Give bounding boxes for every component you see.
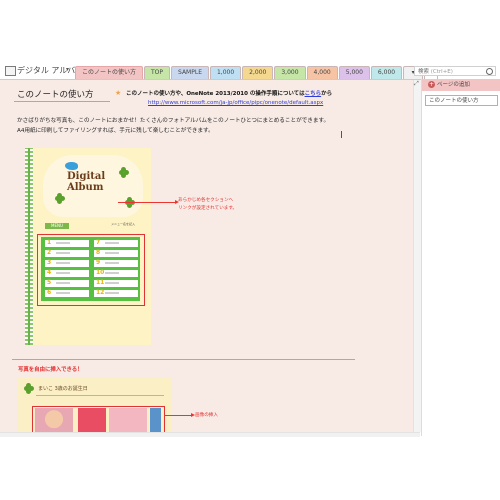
section-tab[interactable]: このノートの使い方: [75, 66, 144, 79]
info-note: このノートの使い方や、OneNote 2013/2010 の操作手順についてはこ…: [126, 89, 332, 97]
section-tab[interactable]: SAMPLE: [171, 66, 209, 79]
text-cursor: [341, 131, 342, 138]
menu-callout: あらかじめ各セクションへ リンクが設定されています。: [178, 197, 237, 213]
add-page-label: ページの追加: [437, 82, 470, 88]
highlight-frame: [37, 234, 145, 306]
add-page-button[interactable]: + ページの追加: [422, 79, 500, 91]
page-list-pane: + ページの追加 このノートの使い方: [421, 79, 500, 436]
search-label: 検索: [418, 69, 430, 75]
callout-line: リンクが設定されています。: [178, 206, 238, 211]
album-page-title: まいこ 3歳のお誕生日: [38, 386, 88, 392]
callout-arrow: [164, 413, 195, 417]
bird-icon: [65, 162, 78, 170]
album-title-line: Album: [67, 182, 104, 193]
clover-icon: [55, 193, 65, 204]
chevron-down-icon[interactable]: ▾: [66, 66, 69, 73]
section-tab[interactable]: TOP: [144, 66, 171, 79]
clover-icon: [24, 383, 34, 394]
search-placeholder: (Ctrl+E): [430, 69, 453, 75]
description-line: A4用紙に印刷してファイリングすれば、手元に残して楽しむことができます。: [17, 128, 214, 134]
star-icon: ★: [115, 89, 122, 97]
expand-icon[interactable]: ⤢: [414, 80, 419, 88]
notebook-title[interactable]: デジタル アルバム: [17, 65, 83, 76]
callout-arrow: [118, 200, 179, 204]
clover-icon: [125, 197, 135, 208]
callout-line: あらかじめ各セクションへ: [178, 198, 234, 203]
section-divider: [12, 359, 355, 360]
image-insert-callout: 画像の挿入: [195, 413, 218, 418]
clover-icon: [119, 167, 129, 178]
plus-icon: +: [428, 81, 435, 88]
onenote-window: デジタル アルバム ▾ このノートの使い方 TOP SAMPLE 1,000 2,000…: [0, 63, 500, 437]
section-tab-bar: デジタル アルバム ▾ このノートの使い方 TOP SAMPLE 1,000 2,000…: [0, 63, 500, 80]
note-link[interactable]: こちら: [305, 91, 322, 97]
description-text: かさばりがちな写真も、このノートにおまかせ！たくさんのフォトアルバムをこのノート…: [17, 116, 329, 136]
section-tab[interactable]: 2,000: [242, 66, 274, 79]
album-top-image[interactable]: Digital Album MENU メニュー名を記入 1 7 2 8 3 9 4 10 5 11…: [25, 148, 151, 345]
gingham-stripe: [25, 148, 33, 345]
search-input[interactable]: 検索 (Ctrl+E): [414, 66, 496, 76]
horizontal-scrollbar[interactable]: [0, 432, 420, 437]
section-tabs: このノートの使い方 TOP SAMPLE 1,000 2,000 3,000 4,000 5,…: [75, 66, 439, 79]
help-url-link[interactable]: http://www.microsoft.com/ja-jp/office/pi…: [148, 100, 323, 106]
album-cover-title: Digital Album: [67, 171, 105, 193]
section-tab[interactable]: 4,000: [306, 66, 338, 79]
album-sample-image[interactable]: まいこ 3歳のお誕生日: [18, 378, 171, 436]
search-icon[interactable]: [486, 68, 493, 75]
title-rule: [36, 395, 164, 396]
notebook-icon[interactable]: [5, 66, 16, 76]
page-list-item[interactable]: このノートの使い方: [425, 95, 498, 106]
page-title[interactable]: このノートの使い方: [17, 88, 94, 100]
menu-label: MENU: [45, 223, 69, 229]
menu-subtitle: メニュー名を記入: [111, 222, 136, 226]
section-tab[interactable]: 1,000: [209, 66, 242, 79]
section-tab[interactable]: 6,000: [370, 66, 403, 79]
vertical-scrollbar[interactable]: [413, 80, 421, 432]
title-underline: [14, 101, 110, 102]
album-title-line: Digital: [67, 171, 106, 182]
section-tab[interactable]: 5,000: [338, 66, 370, 79]
note-suffix: から: [321, 91, 333, 97]
section2-heading: 写真を自由に挿入できる！: [18, 367, 83, 373]
page-canvas[interactable]: このノートの使い方 ★ このノートの使い方や、OneNote 2013/2010…: [0, 80, 413, 436]
description-line: かさばりがちな写真も、このノートにおまかせ！たくさんのフォトアルバムをこのノート…: [17, 118, 330, 124]
note-prefix: このノートの使い方や、OneNote 2013/2010 の操作手順については: [126, 91, 305, 97]
section-tab[interactable]: 3,000: [274, 66, 306, 79]
